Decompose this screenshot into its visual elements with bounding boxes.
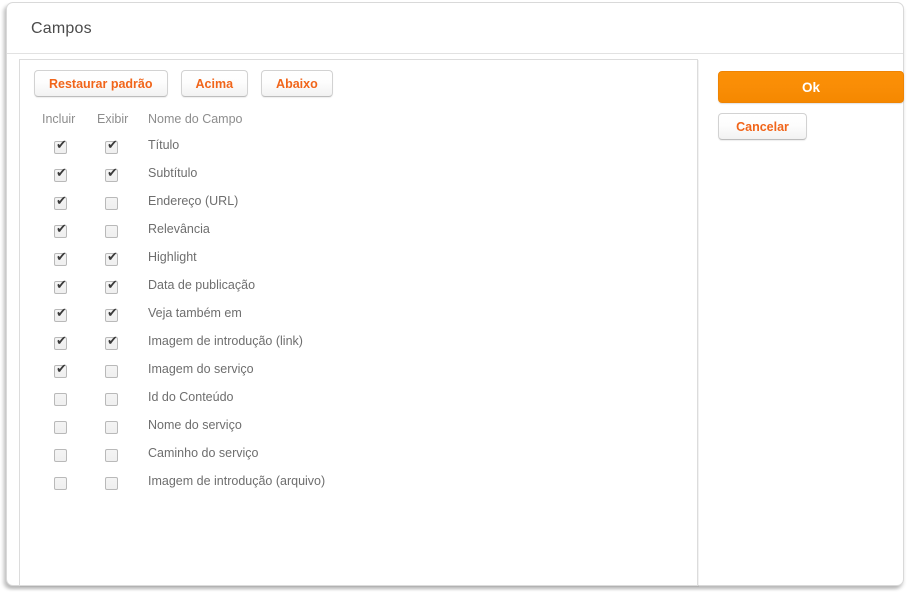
restore-default-button[interactable]: Restaurar padrão bbox=[34, 70, 168, 97]
fields-toolbar: Restaurar padrão Acima Abaixo bbox=[34, 70, 333, 97]
checkmark-icon: ✔ bbox=[56, 334, 67, 349]
campos-dialog: Campos Restaurar padrão Acima Abaixo Inc… bbox=[6, 2, 904, 586]
table-row: ✔ ✔ Relevância bbox=[20, 219, 697, 247]
include-checkbox[interactable]: ✔ bbox=[54, 393, 67, 406]
display-checkbox[interactable]: ✔ bbox=[105, 197, 118, 210]
move-up-button[interactable]: Acima bbox=[180, 70, 249, 97]
cancel-button[interactable]: Cancelar bbox=[718, 113, 807, 140]
table-row: ✔ ✔ Nome do serviço bbox=[20, 415, 697, 443]
display-checkbox[interactable]: ✔ bbox=[105, 278, 118, 294]
display-checkbox[interactable]: ✔ bbox=[105, 421, 118, 434]
display-checkbox[interactable]: ✔ bbox=[105, 306, 118, 322]
table-row: ✔ ✔ Imagem de introdução (arquivo) bbox=[20, 471, 697, 499]
fields-table-body: ✔ ✔ Título ✔ ✔ Subtítulo ✔ ✔ Endereço (URL) ✔ ✔ Rel… bbox=[20, 135, 697, 499]
table-row: ✔ ✔ Imagem de introdução (link) bbox=[20, 331, 697, 359]
display-checkbox[interactable]: ✔ bbox=[105, 250, 118, 266]
table-row: ✔ ✔ Imagem do serviço bbox=[20, 359, 697, 387]
table-row: ✔ ✔ Endereço (URL) bbox=[20, 191, 697, 219]
display-checkbox[interactable]: ✔ bbox=[105, 166, 118, 182]
field-name-label: Relevância bbox=[148, 222, 210, 236]
dialog-header: Campos bbox=[7, 3, 903, 54]
display-checkbox[interactable]: ✔ bbox=[105, 334, 118, 350]
include-checkbox[interactable]: ✔ bbox=[54, 250, 67, 266]
display-checkbox[interactable]: ✔ bbox=[105, 477, 118, 490]
field-name-label: Imagem de introdução (arquivo) bbox=[148, 474, 326, 488]
field-name-label: Highlight bbox=[148, 250, 197, 264]
fields-panel: Restaurar padrão Acima Abaixo Incluir Ex… bbox=[19, 59, 698, 586]
checkmark-icon: ✔ bbox=[56, 278, 67, 293]
page-title: Campos bbox=[31, 20, 92, 37]
display-checkbox[interactable]: ✔ bbox=[105, 393, 118, 406]
checkmark-icon: ✔ bbox=[56, 306, 67, 321]
checkmark-icon: ✔ bbox=[107, 306, 118, 321]
checkmark-icon: ✔ bbox=[107, 166, 118, 181]
include-checkbox[interactable]: ✔ bbox=[54, 421, 67, 434]
field-name-label: Endereço (URL) bbox=[148, 194, 239, 208]
checkmark-icon: ✔ bbox=[56, 194, 67, 209]
checkmark-icon: ✔ bbox=[56, 362, 67, 377]
field-name-label: Título bbox=[148, 138, 180, 152]
include-checkbox[interactable]: ✔ bbox=[54, 138, 67, 154]
column-header-field-name: Nome do Campo bbox=[148, 112, 243, 126]
include-checkbox[interactable]: ✔ bbox=[54, 194, 67, 210]
table-row: ✔ ✔ Subtítulo bbox=[20, 163, 697, 191]
include-checkbox[interactable]: ✔ bbox=[54, 278, 67, 294]
checkmark-icon: ✔ bbox=[107, 278, 118, 293]
field-name-label: Imagem de introdução (link) bbox=[148, 334, 303, 348]
column-header-display: Exibir bbox=[97, 112, 129, 126]
table-row: ✔ ✔ Caminho do serviço bbox=[20, 443, 697, 471]
include-checkbox[interactable]: ✔ bbox=[54, 166, 67, 182]
field-name-label: Imagem do serviço bbox=[148, 362, 254, 376]
field-name-label: Caminho do serviço bbox=[148, 446, 259, 460]
include-checkbox[interactable]: ✔ bbox=[54, 334, 67, 350]
include-checkbox[interactable]: ✔ bbox=[54, 477, 67, 490]
display-checkbox[interactable]: ✔ bbox=[105, 449, 118, 462]
display-checkbox[interactable]: ✔ bbox=[105, 225, 118, 238]
checkmark-icon: ✔ bbox=[107, 138, 118, 153]
checkmark-icon: ✔ bbox=[56, 138, 67, 153]
checkmark-icon: ✔ bbox=[107, 334, 118, 349]
field-name-label: Veja também em bbox=[148, 306, 242, 320]
field-name-label: Id do Conteúdo bbox=[148, 390, 234, 404]
display-checkbox[interactable]: ✔ bbox=[105, 365, 118, 378]
table-row: ✔ ✔ Id do Conteúdo bbox=[20, 387, 697, 415]
include-checkbox[interactable]: ✔ bbox=[54, 449, 67, 462]
field-name-label: Data de publicação bbox=[148, 278, 256, 292]
column-header-include: Incluir bbox=[42, 112, 76, 126]
move-down-button[interactable]: Abaixo bbox=[261, 70, 333, 97]
table-row: ✔ ✔ Título bbox=[20, 135, 697, 163]
table-row: ✔ ✔ Highlight bbox=[20, 247, 697, 275]
dialog-body: Restaurar padrão Acima Abaixo Incluir Ex… bbox=[7, 55, 904, 586]
checkmark-icon: ✔ bbox=[107, 250, 118, 265]
table-row: ✔ ✔ Data de publicação bbox=[20, 275, 697, 303]
checkmark-icon: ✔ bbox=[56, 250, 67, 265]
checkmark-icon: ✔ bbox=[56, 222, 67, 237]
include-checkbox[interactable]: ✔ bbox=[54, 306, 67, 322]
checkmark-icon: ✔ bbox=[56, 166, 67, 181]
field-name-label: Nome do serviço bbox=[148, 418, 242, 432]
field-name-label: Subtítulo bbox=[148, 166, 198, 180]
fields-table-header: Incluir Exibir Nome do Campo bbox=[20, 112, 697, 132]
include-checkbox[interactable]: ✔ bbox=[54, 362, 67, 378]
ok-button[interactable]: Ok bbox=[718, 71, 904, 103]
include-checkbox[interactable]: ✔ bbox=[54, 222, 67, 238]
display-checkbox[interactable]: ✔ bbox=[105, 138, 118, 154]
table-row: ✔ ✔ Veja também em bbox=[20, 303, 697, 331]
